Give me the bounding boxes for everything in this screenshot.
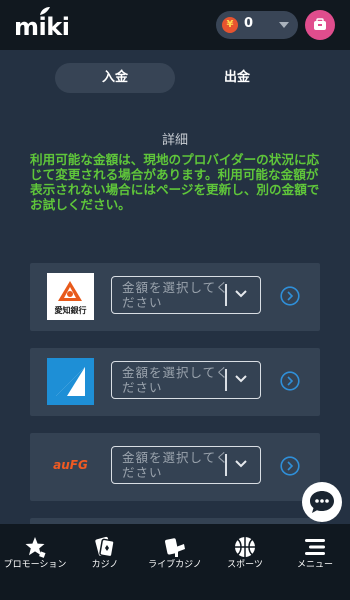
deposit-withdraw-tabs: 入金 出金 [55,63,295,93]
caret-down-icon [279,22,289,28]
logo-leaf-icon [40,7,50,15]
chevron-down-icon [235,290,247,298]
aichi-bank-logo: 愛知銀行 [47,273,94,320]
amount-select-placeholder: 金額を選択してください [122,365,230,395]
logo-text: miki [14,13,70,41]
amount-select[interactable]: 金額を選択してください [111,276,261,314]
availability-notice: 利用可能な金額は、現地のプロバイダーの状況に応じて変更される場合があります。利用… [30,152,320,212]
live-casino-icon [165,538,185,557]
au-fg-logo: auFG [47,443,94,490]
select-divider [225,284,227,306]
select-divider [225,369,227,391]
amount-select-placeholder: 金額を選択してください [122,450,230,480]
nav-item-casino[interactable]: カジノ [70,524,140,600]
casino-cards-icon [95,536,115,558]
arrow-right-circle-icon[interactable] [280,371,300,391]
aichi-bank-logo-text: 愛知銀行 [54,306,87,315]
chevron-down-icon [235,375,247,383]
tab-deposit[interactable]: 入金 [55,63,175,93]
arrow-right-circle-icon[interactable] [280,456,300,476]
nav-label: スポーツ [227,560,263,570]
amount-select-placeholder: 金額を選択してください [122,280,230,310]
chat-bubble-icon [310,491,334,513]
promotion-star-icon [25,537,46,558]
detail-title: 詳細 [161,133,188,148]
nav-item-menu[interactable]: メニュー [280,524,350,600]
balance-value: 0 [244,16,254,31]
nav-label: プロモーション [3,560,67,570]
bank-option-aichi[interactable]: 愛知銀行 金額を選択してください [30,263,320,331]
bottom-navigation: プロモーション カジノ ライブカジノ スポーツ メニュー [0,524,350,600]
nav-item-live-casino[interactable]: ライブカジノ [140,524,210,600]
yen-coin-icon: ¥ [222,17,238,33]
wallet-button[interactable] [305,10,335,40]
bank-option-blue[interactable]: 金額を選択してください [30,348,320,416]
nav-item-sports[interactable]: スポーツ [210,524,280,600]
top-header: miki ¥ 0 [0,0,350,50]
chevron-down-icon [235,460,247,468]
blue-bank-logo [47,358,94,405]
bank-option-au-fg[interactable]: auFG 金額を選択してください [30,433,320,501]
amount-select[interactable]: 金額を選択してください [111,446,261,484]
nav-label: カジノ [91,560,119,570]
balance-dropdown[interactable]: ¥ 0 [216,11,298,39]
tab-withdraw[interactable]: 出金 [177,63,297,93]
select-divider [225,454,227,476]
arrow-right-circle-icon[interactable] [280,286,300,306]
menu-icon [305,539,325,555]
wallet-icon [314,18,326,30]
nav-label: ライブカジノ [148,560,202,570]
basketball-icon [235,537,255,557]
nav-item-promotion[interactable]: プロモーション [0,524,70,600]
nav-label: メニュー [296,560,333,570]
chat-button[interactable] [302,482,342,522]
amount-select[interactable]: 金額を選択してください [111,361,261,399]
au-fg-logo-text: auFG [53,458,88,472]
